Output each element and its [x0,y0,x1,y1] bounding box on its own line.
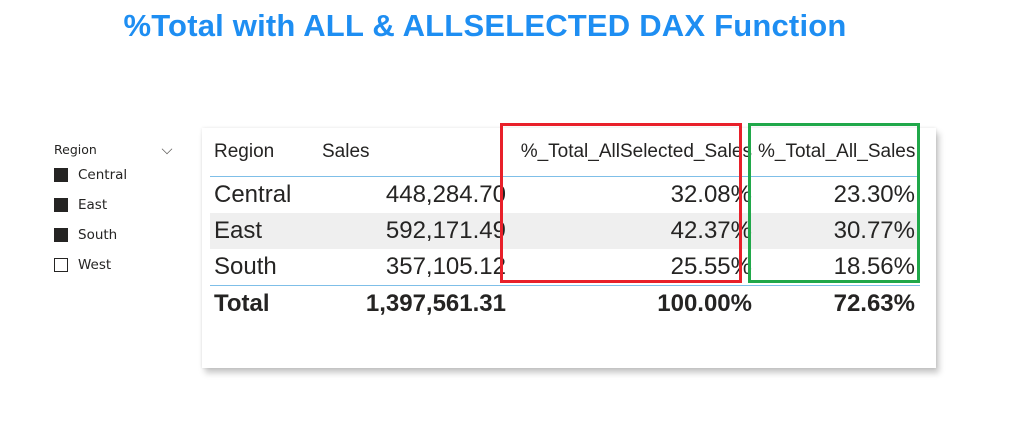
region-slicer: Region Central East South West [54,140,176,280]
page-title: %Total with ALL & ALLSELECTED DAX Functi… [123,8,847,43]
table-total-row: Total 1,397,561.31 100.00% 72.63% [210,285,920,322]
slicer-item-label: East [78,197,108,213]
slicer-item-east[interactable]: East [54,190,176,220]
chevron-down-icon[interactable] [161,143,173,155]
slicer-item-south[interactable]: South [54,220,176,250]
cell-pct-allselected: 42.37% [510,213,754,249]
slicer-item-label: West [78,257,112,273]
checkbox-checked-icon[interactable] [54,198,68,212]
total-pct-allselected: 100.00% [510,285,754,322]
total-sales: 1,397,561.31 [310,285,510,322]
table-row: East 592,171.49 42.37% 30.77% [210,213,920,249]
cell-sales: 448,284.70 [385,181,506,208]
slicer-item-central[interactable]: Central [54,160,176,190]
cell-pct-all: 23.30% [833,181,915,208]
slicer-header: Region [54,140,176,160]
slicer-title: Region [54,142,97,157]
cell-pct-allselected: 25.55% [670,253,752,280]
table-header-row: Region Sales %_Total_AllSelected_Sales %… [210,128,920,177]
table-row: Central 448,284.70 32.08% 23.30% [210,177,920,214]
slicer-item-label: South [78,227,118,243]
total-label: Total [210,285,310,322]
column-header-region[interactable]: Region [210,128,310,177]
cell-pct-all: 18.56% [833,253,915,280]
cell-region: South [214,253,277,280]
sales-table: Region Sales %_Total_AllSelected_Sales %… [210,128,920,322]
slicer-item-west[interactable]: West [54,250,176,280]
column-header-sales[interactable]: Sales [310,128,510,177]
checkbox-checked-icon[interactable] [54,168,68,182]
column-header-pct-all[interactable]: %_Total_All_Sales [754,128,920,177]
column-header-pct-allselected[interactable]: %_Total_AllSelected_Sales [510,128,754,177]
table-row: South 357,105.12 25.55% 18.56% [210,249,920,286]
cell-sales: 592,171.49 [310,213,510,249]
cell-pct-allselected: 32.08% [670,181,752,208]
total-pct-all: 72.63% [754,285,920,322]
cell-pct-all: 30.77% [754,213,920,249]
sales-table-visual: Region Sales %_Total_AllSelected_Sales %… [202,128,936,368]
cell-sales: 357,105.12 [385,253,506,280]
slicer-item-label: Central [78,167,128,183]
cell-region: East [210,213,310,249]
checkbox-checked-icon[interactable] [54,228,68,242]
cell-region: Central [214,181,292,208]
checkbox-unchecked-icon[interactable] [54,258,68,272]
